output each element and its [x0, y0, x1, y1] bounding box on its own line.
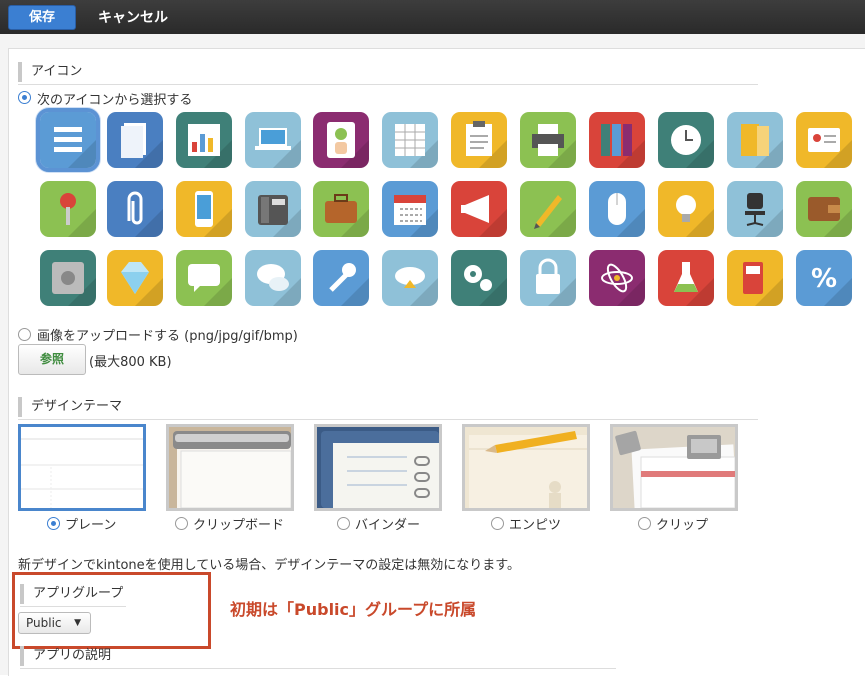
- wrench-icon[interactable]: [313, 250, 369, 306]
- theme-label-clipboard: クリップボード: [193, 518, 285, 533]
- top-toolbar: 保存 キャンセル: [0, 0, 865, 34]
- theme-label-binder: バインダー: [355, 518, 421, 533]
- megaphone-icon[interactable]: [451, 181, 507, 237]
- calendar-icon[interactable]: [382, 181, 438, 237]
- theme-pencil-preview: [465, 427, 587, 508]
- max-size-label: (最大800 KB): [89, 355, 172, 370]
- gears-icon[interactable]: [451, 250, 507, 306]
- theme-thumbnail-pencil[interactable]: [462, 424, 590, 511]
- chat-bubbles-icon[interactable]: [245, 250, 301, 306]
- annotation-highlight-box: [12, 572, 211, 649]
- theme-label-clip: クリップ: [656, 518, 709, 533]
- smartphone-icon[interactable]: [176, 181, 232, 237]
- lightbulb-icon[interactable]: [658, 181, 714, 237]
- flask-icon[interactable]: [658, 250, 714, 306]
- wallet-icon[interactable]: [796, 181, 852, 237]
- pencil-icon[interactable]: [520, 181, 576, 237]
- section-divider: [18, 84, 758, 85]
- id-badge-icon[interactable]: [796, 112, 852, 168]
- fuel-pump-icon[interactable]: [727, 250, 783, 306]
- browse-button[interactable]: 参照: [18, 344, 86, 375]
- theme-radio-pencil[interactable]: [491, 517, 504, 530]
- percent-icon[interactable]: %: [796, 250, 852, 306]
- upload-image-radio[interactable]: [18, 328, 31, 341]
- theme-thumbnail-clip[interactable]: [610, 424, 738, 511]
- hand-card-icon[interactable]: [313, 112, 369, 168]
- spreadsheet-icon[interactable]: [382, 112, 438, 168]
- theme-thumbnail-clipboard[interactable]: [166, 424, 294, 511]
- upload-image-label: 画像をアップロードする (png/jpg/gif/bmp): [37, 329, 298, 344]
- theme-thumbnail-plain[interactable]: [18, 424, 146, 511]
- theme-label-plain: プレーン: [65, 518, 117, 533]
- cancel-button[interactable]: キャンセル: [98, 7, 168, 27]
- app-description-title: アプリの説明: [20, 646, 111, 666]
- laptop-icon[interactable]: [245, 112, 301, 168]
- binders-icon[interactable]: [589, 112, 645, 168]
- briefcase-icon[interactable]: [313, 181, 369, 237]
- theme-plain-preview: [21, 427, 143, 508]
- desk-phone-icon[interactable]: [245, 181, 301, 237]
- mouse-icon[interactable]: [589, 181, 645, 237]
- icon-section-title: アイコン: [18, 62, 82, 82]
- safe-icon[interactable]: [40, 250, 96, 306]
- theme-radio-clip[interactable]: [638, 517, 651, 530]
- annotation-text: 初期は「Public」グループに所属: [230, 600, 477, 619]
- cloud-upload-icon[interactable]: [382, 250, 438, 306]
- document-icon[interactable]: [107, 112, 163, 168]
- design-theme-note: 新デザインでkintoneを使用している場合、デザインテーマの設定は無効になりま…: [18, 558, 520, 573]
- diamond-icon[interactable]: [107, 250, 163, 306]
- theme-binder-preview: [317, 427, 439, 508]
- paperclip-icon[interactable]: [107, 181, 163, 237]
- design-theme-title: デザインテーマ: [18, 397, 122, 417]
- choose-icon-radio[interactable]: [18, 91, 31, 104]
- clipboard-icon[interactable]: [451, 112, 507, 168]
- chat-bubble-icon[interactable]: [176, 250, 232, 306]
- list-icon[interactable]: [36, 108, 100, 172]
- choose-icon-label: 次のアイコンから選択する: [37, 93, 193, 108]
- theme-label-pencil: エンピツ: [509, 518, 562, 533]
- theme-radio-binder[interactable]: [337, 517, 350, 530]
- theme-thumbnail-binder[interactable]: [314, 424, 442, 511]
- theme-radio-plain[interactable]: [47, 517, 60, 530]
- theme-clip-preview: [613, 427, 735, 508]
- theme-clipboard-preview: [169, 427, 291, 508]
- folder-icon[interactable]: [727, 112, 783, 168]
- svg-text:%: %: [811, 264, 837, 294]
- clock-icon[interactable]: [658, 112, 714, 168]
- theme-radio-clipboard[interactable]: [175, 517, 188, 530]
- bar-chart-icon[interactable]: [176, 112, 232, 168]
- section-divider: [18, 419, 758, 420]
- padlock-icon[interactable]: [520, 250, 576, 306]
- pushpin-icon[interactable]: [40, 181, 96, 237]
- atom-icon[interactable]: [589, 250, 645, 306]
- office-chair-icon[interactable]: [727, 181, 783, 237]
- save-button[interactable]: 保存: [8, 5, 76, 30]
- printer-icon[interactable]: [520, 112, 576, 168]
- section-divider: [20, 668, 616, 669]
